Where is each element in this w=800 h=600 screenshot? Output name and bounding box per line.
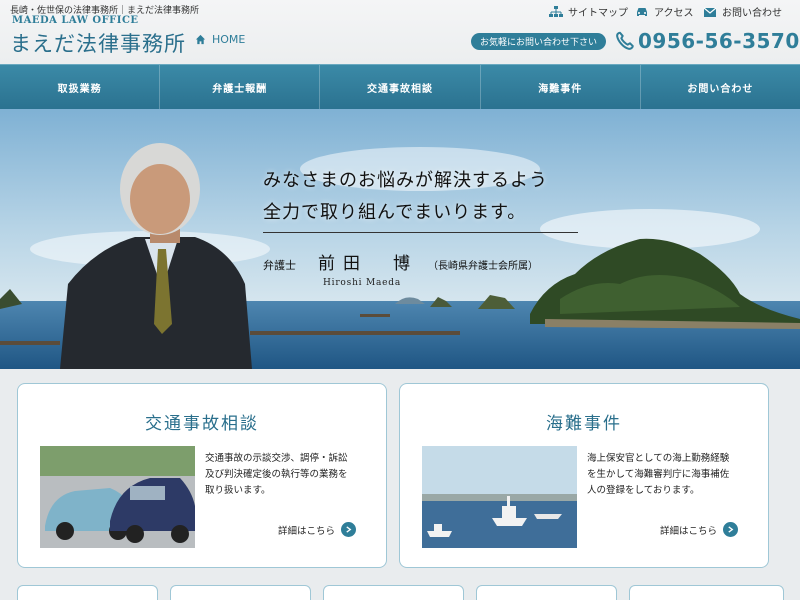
- details-label: 詳細はこちら: [659, 525, 717, 537]
- card-details-link[interactable]: 詳細はこちら: [660, 522, 738, 537]
- car-crash-image: [40, 446, 195, 548]
- hero-catch-line-1: みなさまのお悩みが解決するよう: [263, 170, 548, 191]
- home-icon: [195, 34, 206, 45]
- card-description: 海上保安官としての海上勤務経験 を生かして海難審判庁に海事補佐 人の登録をしてお…: [587, 451, 757, 499]
- sitemap-label: サイトマップ: [568, 8, 628, 19]
- card-title: 海難事件: [546, 414, 622, 434]
- card-description-line: 人の登録をしております。: [587, 485, 700, 496]
- phone-icon: [616, 31, 634, 50]
- hero-banner: みなさまのお悩みが解決するよう 全力で取り組んでまいります。 弁護士 前田 博 …: [0, 109, 800, 369]
- phone-number[interactable]: 0956-56-3570: [614, 29, 800, 53]
- home-label: HOME: [212, 33, 246, 46]
- nav-item-maritime[interactable]: 海難事件: [481, 65, 641, 109]
- contact-pill-button[interactable]: お気軽にお問い合わせ下さい: [471, 33, 606, 50]
- lawyer-name: 前田 博: [318, 254, 418, 274]
- lawyer-name-row: 弁護士 前田 博 （長崎県弁護士会所属）: [263, 249, 578, 274]
- home-link[interactable]: HOME: [195, 33, 245, 46]
- card-description-line: を生かして海難審判庁に海事補佐: [587, 469, 730, 480]
- nav-item-services[interactable]: 取扱業務: [0, 65, 161, 109]
- inquiry-link[interactable]: お問い合わせ: [703, 4, 782, 19]
- inquiry-label: お問い合わせ: [722, 8, 782, 19]
- hero-text-block: みなさまのお悩みが解決するよう 全力で取り組んでまいります。 弁護士 前田 博 …: [263, 166, 578, 288]
- lawyer-association: （長崎県弁護士会所属）: [428, 261, 538, 272]
- nav-item-fees[interactable]: 弁護士報酬: [160, 65, 321, 109]
- mail-icon: [703, 7, 717, 17]
- access-link[interactable]: アクセス: [635, 4, 694, 19]
- card-description-line: 及び判決確定後の執行等の業務を: [205, 469, 348, 480]
- nav-item-traffic-accident[interactable]: 交通事故相談: [320, 65, 481, 109]
- car-icon: [637, 7, 647, 16]
- lower-card[interactable]: [170, 585, 311, 600]
- phone-number-text: 0956-56-3570: [638, 29, 800, 53]
- maritime-card[interactable]: 海難事件 海上保安官としての海上勤務経験 を生かして海難審判庁に海事補佐 人の登…: [399, 383, 769, 568]
- site-header: 長崎・佐世保の法律事務所｜まえだ法律事務所 MAEDA LAW OFFICE ま…: [0, 0, 800, 64]
- card-details-link[interactable]: 詳細はこちら: [278, 522, 356, 537]
- arrow-right-icon: [723, 522, 738, 537]
- card-description-line: 交通事故の示談交渉、調停・訴訟: [205, 453, 348, 464]
- sitemap-icon: [549, 5, 563, 17]
- lower-card[interactable]: [476, 585, 617, 600]
- hero-divider: [263, 232, 578, 233]
- details-label: 詳細はこちら: [277, 525, 335, 537]
- card-title: 交通事故相談: [145, 414, 259, 434]
- site-logo-title[interactable]: まえだ法律事務所: [10, 28, 186, 58]
- hero-catch-line-2: 全力で取り組んでまいります。: [263, 202, 527, 223]
- lawyer-title: 弁護士: [263, 259, 296, 272]
- lower-card[interactable]: [323, 585, 464, 600]
- card-description-line: 海上保安官としての海上勤務経験: [587, 453, 730, 464]
- access-label: アクセス: [654, 8, 694, 19]
- card-description-line: 取り扱います。: [205, 485, 271, 496]
- nav-item-contact[interactable]: お問い合わせ: [641, 65, 800, 109]
- card-description: 交通事故の示談交渉、調停・訴訟 及び判決確定後の執行等の業務を 取り扱います。: [205, 451, 375, 499]
- sitemap-link[interactable]: サイトマップ: [549, 4, 628, 19]
- traffic-accident-card[interactable]: 交通事故相談 交通事故の示談交渉、調停・訴訟 及び判決確定後の執行等の業務を 取…: [17, 383, 387, 568]
- ships-image: [422, 446, 577, 548]
- global-nav: 取扱業務 弁護士報酬 交通事故相談 海難事件 お問い合わせ: [0, 64, 800, 109]
- lower-card[interactable]: [17, 585, 158, 600]
- lower-card[interactable]: [629, 585, 784, 600]
- arrow-right-icon: [341, 522, 356, 537]
- site-english-name: MAEDA LAW OFFICE: [12, 15, 139, 26]
- lawyer-roman-name: Hiroshi Maeda: [323, 278, 402, 288]
